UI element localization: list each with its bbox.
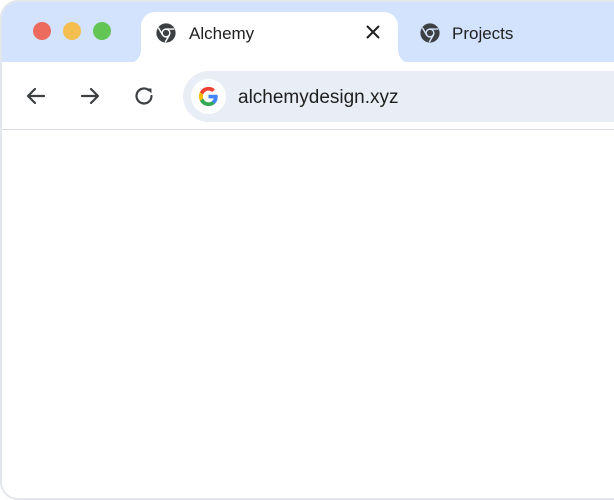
page-content [2, 130, 614, 498]
tab-bar: Alchemy Projects [2, 2, 614, 64]
browser-window: Alchemy Projects alchemydesign.xyz [0, 0, 614, 500]
toolbar: alchemydesign.xyz [2, 62, 614, 130]
tab-label: Projects [452, 24, 514, 43]
address-bar[interactable]: alchemydesign.xyz [183, 71, 614, 122]
arrow-left-icon[interactable] [24, 84, 48, 108]
window-minimize-button[interactable] [63, 22, 81, 40]
chrome-icon [156, 23, 176, 43]
window-close-button[interactable] [33, 22, 51, 40]
arrow-right-icon[interactable] [78, 84, 102, 108]
google-g-icon [198, 86, 218, 107]
chrome-icon [420, 23, 440, 43]
url-text: alchemydesign.xyz [238, 87, 399, 108]
tab-label: Alchemy [189, 24, 255, 43]
tab-alchemy[interactable]: Alchemy [141, 12, 398, 64]
site-icon-badge [191, 79, 226, 114]
window-maximize-button[interactable] [93, 22, 111, 40]
close-icon[interactable] [363, 22, 383, 42]
reload-icon[interactable] [132, 84, 156, 108]
tab-projects[interactable]: Projects [406, 12, 614, 52]
